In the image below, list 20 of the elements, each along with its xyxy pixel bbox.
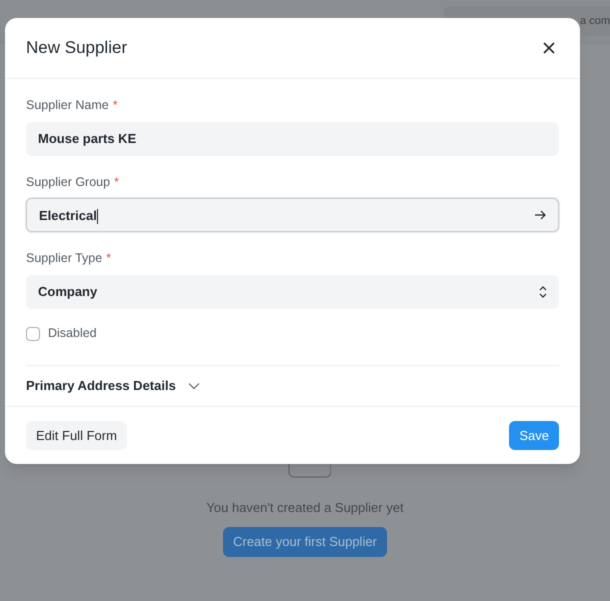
dialog-title: New Supplier <box>26 37 128 60</box>
search-placeholder: a com <box>580 14 610 29</box>
checkbox[interactable] <box>26 326 40 341</box>
checkbox-label: Disabled <box>48 325 97 342</box>
empty-message: You haven't created a Supplier yet <box>206 499 404 517</box>
field-label: Supplier Type <box>26 250 102 268</box>
field-label: Supplier Group <box>26 174 110 191</box>
field-label: Supplier Name <box>26 96 109 114</box>
section-toggle[interactable]: Primary Address Details <box>26 366 559 406</box>
link-field[interactable]: Electrical <box>26 198 559 232</box>
required-asterisk: * <box>106 250 112 268</box>
required-asterisk: * <box>114 174 119 191</box>
select-field[interactable]: Company <box>26 275 559 310</box>
input-field[interactable]: Mouse parts KE <box>26 122 559 156</box>
chevron-icon <box>188 382 200 390</box>
arrow-right-icon <box>534 210 546 220</box>
edit-full-form-button[interactable]: Edit Full Form <box>26 420 127 450</box>
sort-caret-icon <box>539 285 547 300</box>
required-asterisk: * <box>112 96 118 114</box>
close-icon <box>542 40 556 55</box>
